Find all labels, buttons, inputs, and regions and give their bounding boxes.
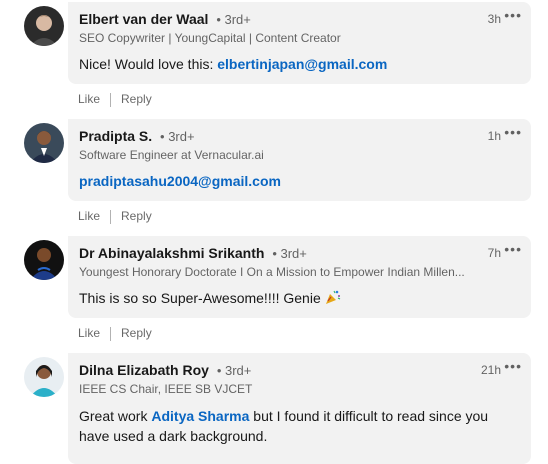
email-link[interactable]: pradiptasahu2004@gmail.com (79, 173, 281, 189)
comment-text: This is so so Super-Awesome!!!! Genie (79, 288, 519, 310)
comment-bubble: Dr Abinayalakshmi Srikanth • 3rd+ Younge… (68, 236, 531, 318)
comment-time: 1h (487, 129, 501, 143)
divider (110, 326, 112, 341)
comment-text-body: This is so so Super-Awesome!!!! Genie (79, 290, 321, 306)
comment-time: 21h (480, 363, 501, 377)
like-button[interactable]: Like (78, 92, 100, 106)
comment-text-line1: but I found it difficult to read since y… (249, 408, 489, 424)
avatar[interactable] (24, 123, 64, 163)
comment-actions: Like Reply (78, 326, 152, 341)
reply-button[interactable]: Reply (121, 92, 152, 106)
commenter-name[interactable]: Pradipta S. (79, 128, 152, 144)
comment-text-prefix: Great work (79, 408, 152, 424)
connection-degree: • 3rd+ (216, 12, 251, 27)
comment-time: 3h (487, 12, 501, 26)
reply-button[interactable]: Reply (121, 209, 152, 223)
commenter-name[interactable]: Dilna Elizabath Roy (79, 362, 209, 378)
comment-bubble: Pradipta S. • 3rd+ Software Engineer at … (68, 119, 531, 201)
like-button[interactable]: Like (78, 326, 100, 340)
commenter-headline: Software Engineer at Vernacular.ai (79, 148, 264, 162)
comment-actions: Like Reply (78, 92, 152, 107)
more-options-icon[interactable]: ••• (504, 7, 522, 23)
party-popper-icon (325, 289, 341, 310)
divider (110, 209, 112, 224)
comment-text-line2: have used a dark background. (79, 428, 268, 444)
avatar[interactable] (24, 357, 64, 397)
commenter-headline: SEO Copywriter | YoungCapital | Content … (79, 31, 341, 45)
commenter-headline: IEEE CS Chair, IEEE SB VJCET (79, 382, 253, 396)
avatar[interactable] (24, 240, 64, 280)
more-options-icon[interactable]: ••• (504, 124, 522, 140)
comment-text: pradiptasahu2004@gmail.com (79, 171, 519, 191)
comment-bubble: Elbert van der Waal • 3rd+ SEO Copywrite… (68, 2, 531, 84)
avatar[interactable] (24, 6, 64, 46)
comment-time: 7h (487, 246, 501, 260)
like-button[interactable]: Like (78, 209, 100, 223)
comment-actions: Like Reply (78, 209, 152, 224)
connection-degree: • 3rd+ (216, 363, 252, 378)
commenter-headline: Youngest Honorary Doctorate I On a Missi… (79, 265, 465, 279)
commenter-name[interactable]: Dr Abinayalakshmi Srikanth (79, 245, 264, 261)
connection-degree: • 3rd+ (272, 246, 307, 261)
reply-button[interactable]: Reply (121, 326, 152, 340)
connection-degree: • 3rd+ (160, 129, 195, 144)
commenter-name[interactable]: Elbert van der Waal (79, 11, 208, 27)
email-link[interactable]: elbertinjapan@gmail.com (217, 56, 387, 72)
more-options-icon[interactable]: ••• (504, 358, 522, 374)
comment-text-prefix: Nice! Would love this: (79, 56, 218, 72)
mention-link[interactable]: Aditya Sharma (151, 408, 249, 424)
divider (110, 92, 112, 107)
comment-text: Nice! Would love this: elbertinjapan@gma… (79, 54, 519, 74)
comment-text: Great work Aditya Sharma but I found it … (79, 406, 519, 446)
more-options-icon[interactable]: ••• (504, 241, 522, 257)
comment-bubble: Dilna Elizabath Roy • 3rd+ IEEE CS Chair… (68, 353, 531, 464)
